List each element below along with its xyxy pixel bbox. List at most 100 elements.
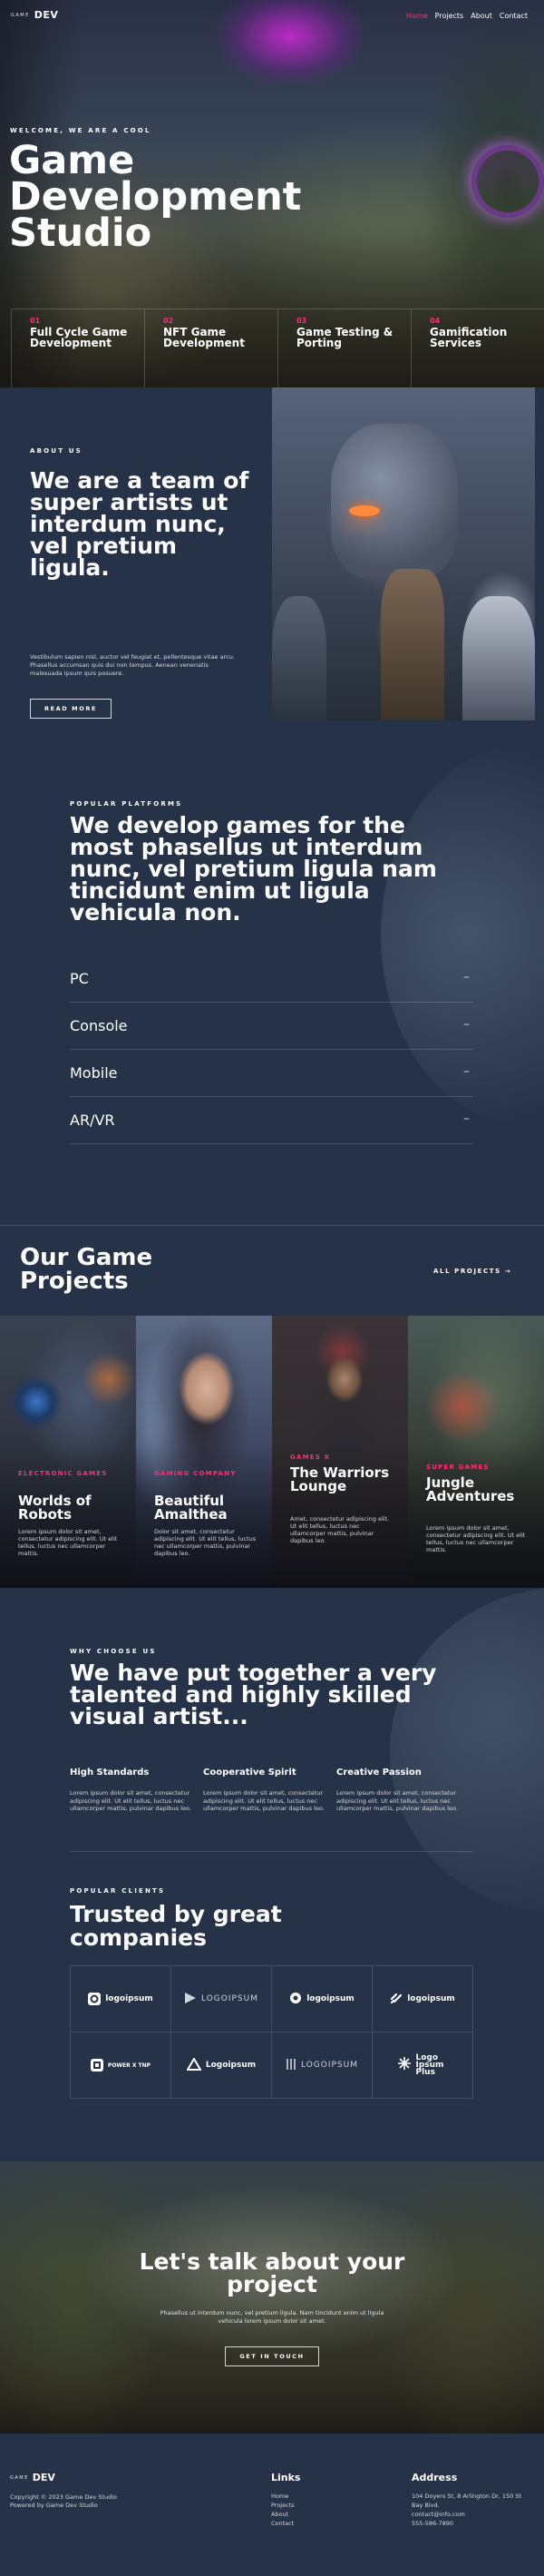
copyright-text: Copyright © 2023 Game Dev Studio [10,2493,118,2501]
about-body: Vestibulum sapien nisl, auctor vel feugi… [30,653,235,677]
logo-mark-icon [397,2056,412,2074]
footer-link-contact[interactable]: Contact [271,2519,295,2528]
client-logo[interactable]: logoipsum [373,1966,473,2032]
logo-large-text: DEV [34,9,59,21]
service-number: 02 [163,317,174,325]
why-title: We have put together a very talented and… [70,1660,437,1729]
project-card[interactable]: ELECTRONIC GAMES Worlds of Robots Lorem … [0,1316,136,1588]
project-cards: ELECTRONIC GAMES Worlds of Robots Lorem … [0,1316,544,1588]
why-eyebrow: WHY CHOOSE US [70,1648,157,1655]
client-logo-text: Logoipsum [205,2061,257,2070]
robot-figure [331,424,458,578]
explosion-glow [349,505,380,516]
address-line: 104 Doyers St, 8 Arlington Dr, 150 St [412,2493,522,2500]
projects-title: Our Game Projects [20,1244,153,1295]
hero-eyebrow: WELCOME, WE ARE A COOL [10,127,151,134]
service-label: NFT Game Development [163,326,245,349]
projects-header: Our Game Projects ALL PROJECTS → [0,1225,544,1316]
powered-by-text: Powered by Game Dev Studio [10,2502,98,2509]
clients-title: Trusted by great companies [70,1901,282,1951]
footer-links-title: Links [271,2472,301,2483]
project-card[interactable]: GAMING COMPANY Beautiful Amalthea Dolor … [136,1316,272,1588]
service-item[interactable]: 02 NFT Game Development [144,309,277,387]
client-logo[interactable]: Logo Ipsum Plus [373,2032,473,2099]
client-logo-text: LOGOIPSUM [301,2061,358,2070]
platform-item-console[interactable]: Console – [70,1003,473,1050]
service-number: 01 [30,317,41,325]
logo-mark-icon [184,1991,197,2008]
feature-item: Creative Passion Lorem ipsum dolor sit a… [336,1768,459,1813]
service-label: Full Cycle Game Development [30,326,128,349]
client-logo[interactable]: LOGOIPSUM [171,1966,272,2032]
cta-body: Phasellus ut interdum nunc, vel pretium … [160,2309,384,2325]
feature-list: High Standards Lorem ipsum dolor sit ame… [70,1768,473,1813]
project-desc: Lorem ipsum dolor sit amet, consectetur … [18,1528,118,1557]
logo-mark-icon [90,2059,103,2072]
expand-icon: – [463,970,470,984]
client-logo-text: logoipsum [105,1994,153,2003]
project-category: ELECTRONIC GAMES [18,1470,108,1477]
nav-link-home[interactable]: Home [406,12,428,20]
all-projects-link[interactable]: ALL PROJECTS → [433,1268,511,1275]
platform-item-mobile[interactable]: Mobile – [70,1050,473,1097]
platform-item-arvr[interactable]: AR/VR – [70,1097,473,1144]
soldier-figure [462,596,535,720]
nav-link-contact[interactable]: Contact [500,12,528,20]
site-logo[interactable]: GAME DEV [11,9,58,21]
footer-link-about[interactable]: About [271,2510,295,2519]
feature-title: High Standards [70,1768,150,1778]
project-title: Worlds of Robots [18,1493,92,1523]
project-title: Jungle Adventures [426,1474,515,1504]
project-card[interactable]: GAMES X The Warriors Lounge Amet, consec… [272,1316,408,1588]
background-planet-glow [390,1588,544,1915]
project-desc: Lorem ipsum dolor sit amet, consectetur … [426,1524,526,1553]
nav-link-about[interactable]: About [471,12,492,20]
feature-desc: Lorem ipsum dolor sit amet, consectetur … [203,1789,325,1812]
hero-portal-ring [471,145,544,218]
footer-address-title: Address [412,2472,458,2483]
get-in-touch-button[interactable]: GET IN TOUCH [225,2346,319,2366]
feature-desc: Lorem ipsum dolor sit amet, consectetur … [70,1789,191,1812]
nav-link-projects[interactable]: Projects [435,12,464,20]
feature-title: Cooperative Spirit [203,1768,296,1778]
logo-mark-icon [186,2056,202,2074]
hero-title: Game Development Studio [9,138,302,256]
cta-title: Let's talk about your project [139,2248,405,2297]
logo-mark-icon [286,2057,296,2074]
logo-mark-icon [289,1991,302,2008]
service-item[interactable]: 04 Gamification Services [411,309,544,387]
divider [70,1851,473,1852]
client-logo-grid: logoipsum LOGOIPSUM logoipsum logoipsum … [70,1965,473,2099]
service-item[interactable]: 03 Game Testing & Porting [277,309,411,387]
service-item[interactable]: 01 Full Cycle Game Development [11,309,144,387]
project-desc: Amet, consectetur adipiscing elit. Ut el… [290,1515,390,1544]
project-card[interactable]: SUPER GAMES Jungle Adventures Lorem ipsu… [408,1316,544,1588]
services-strip: 01 Full Cycle Game Development 02 NFT Ga… [11,309,544,387]
footer-link-home[interactable]: Home [271,2492,295,2501]
platform-item-pc[interactable]: PC – [70,955,473,1003]
client-logo[interactable]: Logoipsum [171,2032,272,2099]
about-title: We are a team of super artists ut interd… [30,467,249,581]
client-logo[interactable]: logoipsum [71,1966,171,2032]
expand-icon: – [463,1112,470,1126]
service-label: Gamification Services [430,326,508,349]
expand-icon: – [463,1017,470,1032]
client-logo[interactable]: logoipsum [272,1966,373,2032]
hero-section: GAME DEV Home Projects About Contact WEL… [0,0,544,387]
client-logo[interactable]: POWER X TNP [71,2032,171,2099]
read-more-button[interactable]: READ MORE [30,699,112,719]
footer-phone-link[interactable]: 555-586-7890 [412,2519,539,2528]
site-footer: GAME DEV Copyright © 2023 Game Dev Studi… [0,2434,544,2576]
footer-link-projects[interactable]: Projects [271,2501,295,2510]
client-logo[interactable]: LOGOIPSUM [272,2032,373,2099]
platforms-title: We develop games for the most phasellus … [70,812,437,926]
footer-logo[interactable]: GAME DEV [10,2472,55,2483]
main-nav: Home Projects About Contact [406,12,528,20]
service-label: Game Testing & Porting [296,326,393,349]
platform-label: PC [70,970,89,987]
expand-icon: – [463,1064,470,1079]
footer-email-link[interactable]: contact@info.com [412,2510,539,2519]
footer-links: Home Projects About Contact [271,2492,295,2528]
project-category: GAMING COMPANY [154,1470,237,1477]
platform-list: PC – Console – Mobile – AR/VR – [70,955,473,1144]
